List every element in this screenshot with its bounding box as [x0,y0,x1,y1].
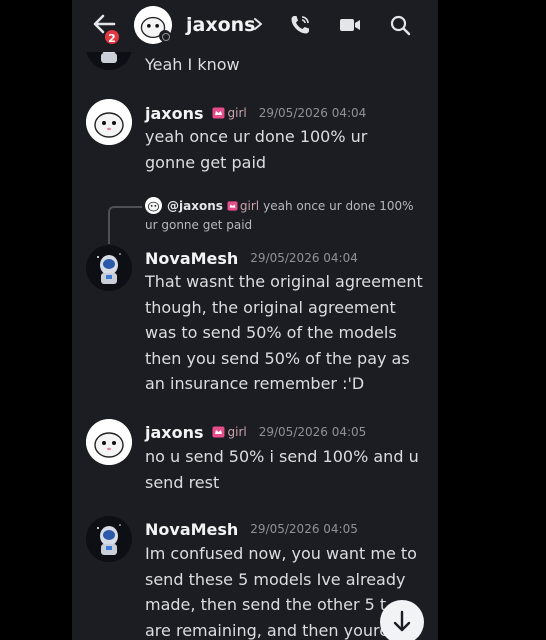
username[interactable]: jaxons [145,423,204,442]
message-text: Yeah I know [145,55,240,74]
reply-username: @jaxons [167,199,223,213]
reply-avatar [145,197,162,214]
video-camera-icon[interactable] [338,13,362,37]
dm-screen: Yeah I know jaxons girl 29/05/2026 04:04… [72,0,438,640]
search-icon[interactable] [388,13,412,37]
message-header: jaxons girl 29/05/2026 04:05 [145,421,366,443]
username[interactable]: NovaMesh [145,520,238,539]
message-text: That wasnt the original agreement though… [145,272,423,393]
reply-role-tag: girl [227,199,259,213]
reply-role-tag-label: girl [239,199,260,213]
timestamp: 29/05/2026 04:05 [258,425,367,439]
avatar[interactable] [86,516,132,562]
username[interactable]: jaxons [145,104,204,123]
avatar[interactable] [86,419,132,465]
tag-badge-icon [227,201,238,211]
chevron-right-icon[interactable] [252,17,264,31]
timestamp: 29/05/2026 04:05 [250,522,358,536]
message-header: NovaMesh 29/05/2026 04:05 [145,518,358,540]
avatar[interactable] [86,245,132,291]
reply-connector [108,206,142,244]
role-tag-label: girl [227,425,247,439]
reply-preview[interactable]: @jaxons girl yeah once ur done 100% ur gon… [145,197,425,235]
channel-title[interactable]: jaxons [186,14,255,36]
scroll-to-bottom-button[interactable] [380,600,424,640]
message-text: yeah once ur done 100% ur gonne get paid [145,127,368,172]
message-text: no u send 50% i send 100% and u send res… [145,447,419,492]
role-tag: girl [212,425,247,439]
notification-badge: 2 [103,28,121,46]
tag-badge-icon [212,107,225,119]
message-header: jaxons girl 29/05/2026 04:04 [145,102,366,124]
role-tag: girl [212,106,247,120]
avatar[interactable] [86,99,132,145]
username[interactable]: NovaMesh [145,249,238,268]
timestamp: 29/05/2026 04:04 [250,251,358,265]
top-bar: 2 jaxons [72,0,438,52]
message-header: NovaMesh 29/05/2026 04:04 [145,247,358,269]
status-indicator [159,30,171,42]
timestamp: 29/05/2026 04:04 [258,106,367,120]
scroll-down-icon [393,610,411,632]
role-tag-label: girl [227,106,247,120]
message-list[interactable]: Yeah I know jaxons girl 29/05/2026 04:04… [72,0,438,640]
tag-badge-icon [212,426,225,438]
phone-call-icon[interactable] [288,13,312,37]
